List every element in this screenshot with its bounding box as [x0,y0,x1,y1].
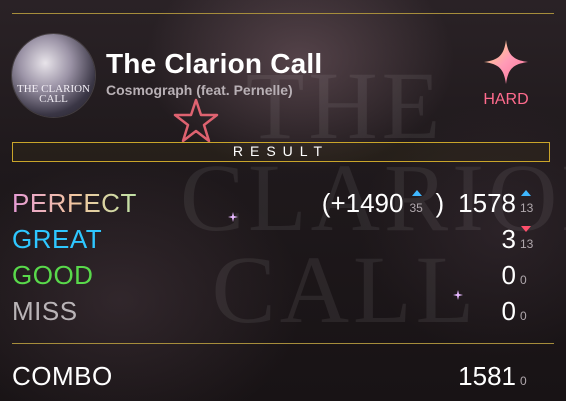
combo-row: COMBO 1581 0 [12,360,532,392]
up-arrow-icon [412,190,423,196]
combo-delta: 0 [520,374,527,388]
up-arrow-icon [521,190,531,196]
miss-values: 0 0 [502,295,532,327]
perfect-early-delta: 35 [409,187,425,219]
judgement-row-perfect: PERFECT (+1490 35 ) 1578 13 [12,187,534,219]
top-divider [12,13,554,14]
down-arrow-icon [521,226,531,232]
perfect-label: PERFECT [12,188,137,218]
combo-values: 1581 0 [458,360,532,392]
miss-delta: 0 [520,309,527,323]
perfect-values: (+1490 35 ) 1578 13 [321,187,534,219]
song-title: The Clarion Call [106,48,323,79]
good-values: 0 0 [502,259,532,291]
great-delta: 13 [520,223,533,255]
four-point-star-icon [484,40,528,84]
great-label: GREAT [12,224,103,254]
great-values: 3 13 [501,223,534,255]
song-jacket: THE CLARION CALL [12,34,95,117]
good-label: GOOD [12,260,94,290]
difficulty-label: HARD [483,91,529,108]
combo-label: COMBO [12,361,113,391]
judgement-row-great: GREAT 3 13 [12,223,534,255]
miss-label: MISS [12,296,78,326]
combo-count: 1581 [458,361,516,391]
good-delta: 0 [520,273,527,287]
decorative-star-icon [173,98,219,143]
judgement-row-good: GOOD 0 0 [12,259,532,291]
great-count: 3 [501,224,516,254]
perfect-count: 1578 [458,188,516,218]
judgement-row-miss: MISS 0 0 [12,295,532,327]
perfect-early-close: ) [435,188,445,218]
perfect-delta: 13 [520,187,533,219]
result-header: RESULT [12,142,550,162]
good-count: 0 [501,260,516,290]
miss-count: 0 [501,296,516,326]
perfect-early-value: (+1490 [321,188,404,218]
jacket-title-text: THE CLARION CALL [16,83,91,105]
combo-divider [12,343,554,344]
